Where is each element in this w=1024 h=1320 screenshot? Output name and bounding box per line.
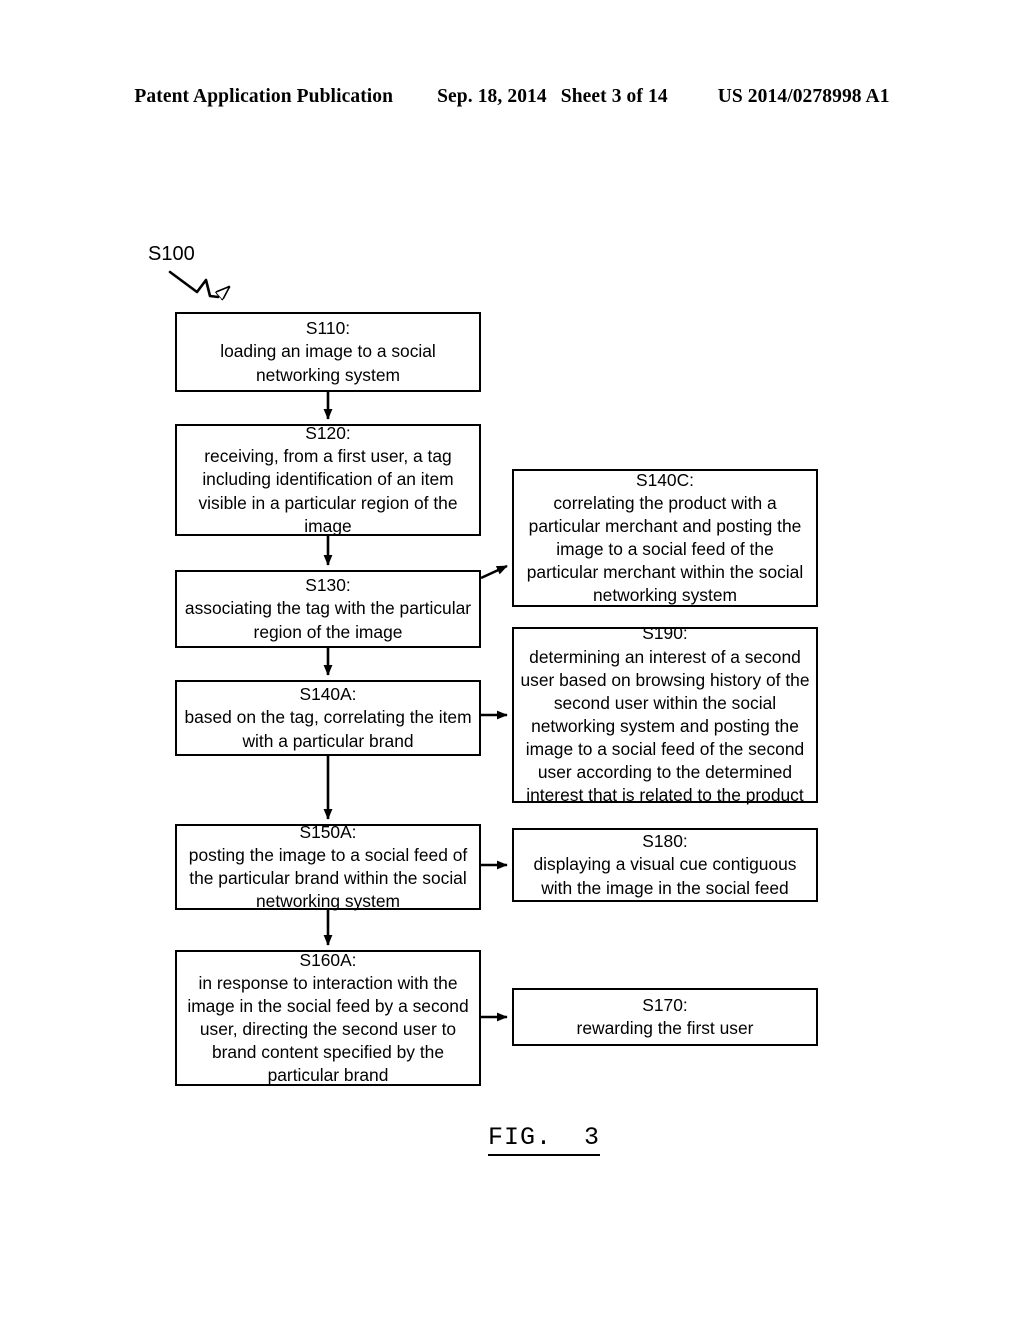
flow-box-s160a-id: S160A: — [299, 949, 357, 970]
figure-caption: FIG. 3 — [0, 1094, 1024, 1181]
flow-box-s180-text: displaying a visual cue contiguous with … — [533, 854, 797, 898]
flow-box-s140c-id: S140C: — [635, 469, 694, 490]
flow-box-s150a[interactable]: S150A: posting the image to a social fee… — [175, 821, 481, 912]
flowchart-figure: S100 S110: loading an image to a social … — [0, 0, 1024, 1320]
connector-s130-s140c — [480, 564, 508, 580]
flow-box-s120-id: S120: — [305, 423, 351, 444]
flow-box-s110-text: loading an image to a social networking … — [220, 341, 436, 385]
flow-box-s140a-id: S140A: — [299, 684, 357, 705]
figure-reference-label: S100 — [148, 243, 195, 265]
flow-box-s170[interactable]: S170: rewarding the first user — [512, 988, 818, 1046]
flow-box-s110[interactable]: S110: loading an image to a social netwo… — [175, 312, 481, 392]
flow-box-s130[interactable]: S130: associating the tag with the parti… — [175, 570, 481, 648]
flow-box-s130-id: S130: — [305, 575, 351, 596]
flow-box-s140c-text: correlating the product with a particula… — [526, 492, 804, 606]
flow-box-s110-id: S110: — [305, 318, 351, 339]
s100-lead-line — [168, 270, 229, 297]
flow-box-s190-id: S190: — [642, 623, 688, 644]
flow-box-s170-id: S170: — [642, 994, 688, 1015]
flow-box-s120[interactable]: S120: receiving, from a first user, a ta… — [175, 423, 481, 536]
flow-box-s120-text: receiving, from a first user, a tag incl… — [198, 446, 458, 536]
flow-box-s130-text: associating the tag with the particular … — [184, 598, 472, 642]
flow-box-s140a[interactable]: S140A: based on the tag, correlating the… — [175, 680, 481, 756]
flow-box-s150a-text: posting the image to a social feed of th… — [188, 844, 468, 912]
flow-box-s170-text: rewarding the first user — [576, 1018, 754, 1038]
flow-box-s190-text: determining an interest of a second user… — [520, 646, 810, 806]
flow-box-s150a-id: S150A: — [299, 821, 357, 842]
flow-box-s160a-text: in response to interaction with the imag… — [187, 972, 469, 1086]
flow-box-s190[interactable]: S190: determining an interest of a secon… — [512, 623, 818, 805]
flow-box-s160a[interactable]: S160A: in response to interaction with t… — [175, 950, 481, 1086]
flow-box-s180[interactable]: S180: displaying a visual cue contiguous… — [512, 828, 818, 902]
flow-box-s180-id: S180: — [642, 831, 688, 852]
flow-box-s140a-text: based on the tag, correlating the item w… — [184, 707, 472, 751]
flow-box-s140c[interactable]: S140C: correlating the product with a pa… — [512, 469, 818, 607]
figure-caption-text: FIG. 3 — [487, 1123, 601, 1156]
